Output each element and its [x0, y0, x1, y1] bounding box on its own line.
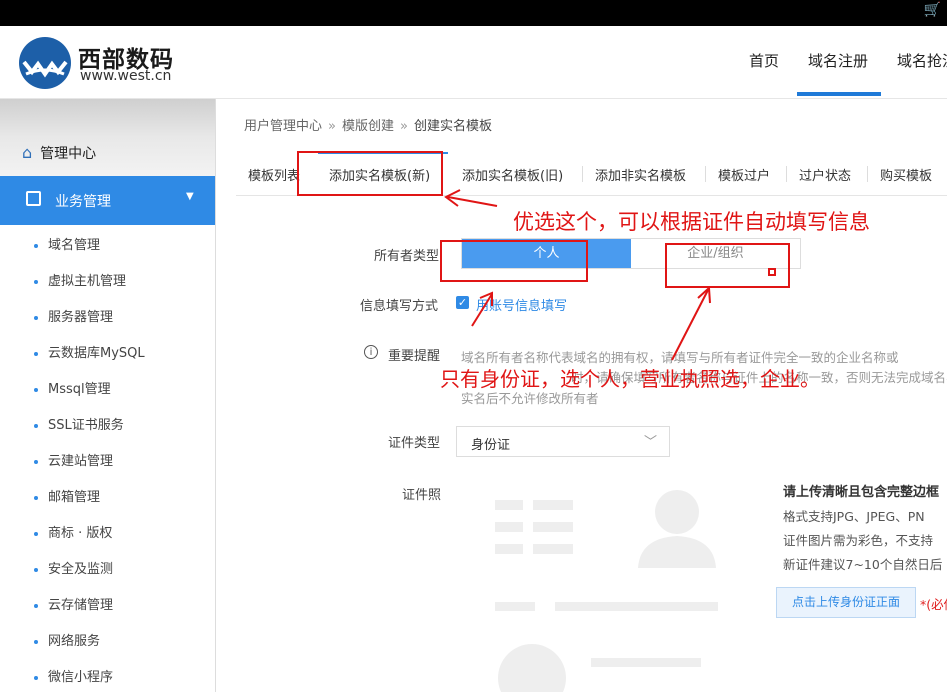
annotation-arrows [444, 189, 711, 361]
annotation-text-middle: 只有身份证，选个人，营业执照选，企业。 [440, 367, 820, 391]
annotation-text-top: 优选这个，可以根据证件自动填写信息 [513, 210, 870, 234]
